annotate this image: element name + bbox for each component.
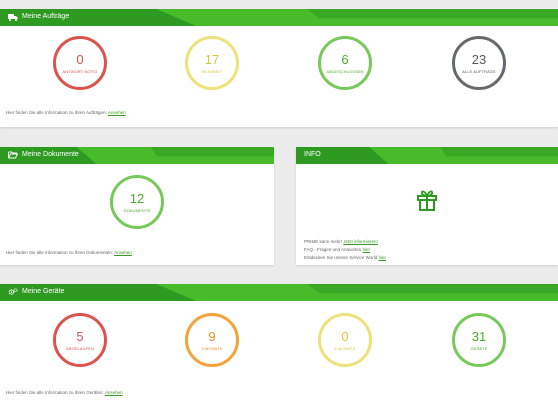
devices-title: Meine Geräte [22,288,65,295]
orders-info: Hier finden Sie alle Information zu Ihre… [6,110,126,116]
circle-number: 5 [76,328,84,344]
devices-circle-all-devices[interactable]: 31 GERÄTE [452,313,506,367]
orders-info-text: Hier finden Sie alle Information zu Ihre… [6,110,107,115]
circle-label: GERÄTE [470,345,488,351]
devices-circle-expired[interactable]: 5 ABGELAUFEN [53,313,107,367]
documents-info: Hier finden Sie alle Information zu Ihre… [6,250,132,256]
circle-label: ANTWORT NÖTIG [62,68,98,74]
info-line-2-text: FAQ - Fragen und Antworten [304,247,362,252]
devices-circle-3-months[interactable]: 9 3 MONATE [185,313,239,367]
devices-view-link[interactable]: Ansehen [105,390,123,395]
orders-circle-in-progress[interactable]: 17 IN ARBEIT [185,36,239,90]
circle-number: 23 [471,51,487,67]
devices-panel: Meine Geräte 5 ABGELAUFEN 9 3 MONATE 0 6… [0,284,558,404]
orders-view-link[interactable]: Ansehen [108,110,126,115]
documents-info-text: Hier finden Sie alle Information zu Ihre… [6,250,114,255]
documents-circle[interactable]: 12 DOKUMENTE [110,175,164,229]
info-line-3: Entdecken Sie unsere Service World hier [304,255,386,261]
documents-title: Meine Dokumente [22,151,79,158]
circle-label: IN ARBEIT [201,68,223,74]
orders-circle-all-orders[interactable]: 23 ALLE AUFTRÄGE [452,36,506,90]
circle-number: 6 [341,51,349,67]
orders-header: Meine Aufträge [0,9,558,26]
orders-title: Meine Aufträge [22,13,70,20]
devices-info: Hier finden Sie alle Information zu Ihre… [6,390,123,396]
info-line-2: FAQ - Fragen und Antworten hier [304,247,370,253]
info-panel: INFO PRIME kann mehr! Jetzt informieren!… [296,147,558,265]
circle-number: 9 [208,328,216,344]
documents-header: Meine Dokumente [0,147,274,164]
circle-label: 6 MONATE [334,345,356,351]
circle-number: 31 [471,328,487,344]
info-line-3-text: Entdecken Sie unsere Service World [304,255,378,260]
documents-panel: Meine Dokumente 12 DOKUMENTE Hier finden… [0,147,274,265]
info-line-1: PRIME kann mehr! Jetzt informieren! [304,239,378,245]
info-title: INFO [304,151,321,158]
devices-header: Meine Geräte [0,284,558,301]
orders-circle-completed[interactable]: 6 ABGESCHLOSSEN [318,36,372,90]
service-world-link[interactable]: hier [378,255,386,260]
circle-number: 17 [204,51,220,67]
gift-icon [415,188,439,217]
orders-circle-answer-needed[interactable]: 0 ANTWORT NÖTIG [53,36,107,90]
documents-view-link[interactable]: Ansehen [114,250,132,255]
circle-number: 12 [129,190,145,206]
circle-label: DOKUMENTE [123,207,151,213]
devices-circle-6-months[interactable]: 0 6 MONATE [318,313,372,367]
folder-open-icon [8,151,18,159]
circle-number: 0 [76,51,84,67]
circle-label: ALLE AUFTRÄGE [462,68,496,74]
circle-label: ABGELAUFEN [66,345,94,351]
circle-label: 3 MONATE [201,345,223,351]
devices-info-text: Hier finden Sie alle Information zu Ihre… [6,390,104,395]
orders-panel: Meine Aufträge 0 ANTWORT NÖTIG 17 IN ARB… [0,9,558,127]
faq-link[interactable]: hier [363,247,371,252]
info-line-1-text: PRIME kann mehr! [304,239,343,244]
info-header: INFO [296,147,558,164]
info-learn-more-link[interactable]: Jetzt informieren! [343,239,378,244]
page: { "orders": { "title": "Meine Aufträge",… [0,0,558,404]
gears-icon [8,288,18,296]
circle-number: 0 [341,328,349,344]
circle-label: ABGESCHLOSSEN [326,68,364,74]
truck-icon [8,13,18,21]
